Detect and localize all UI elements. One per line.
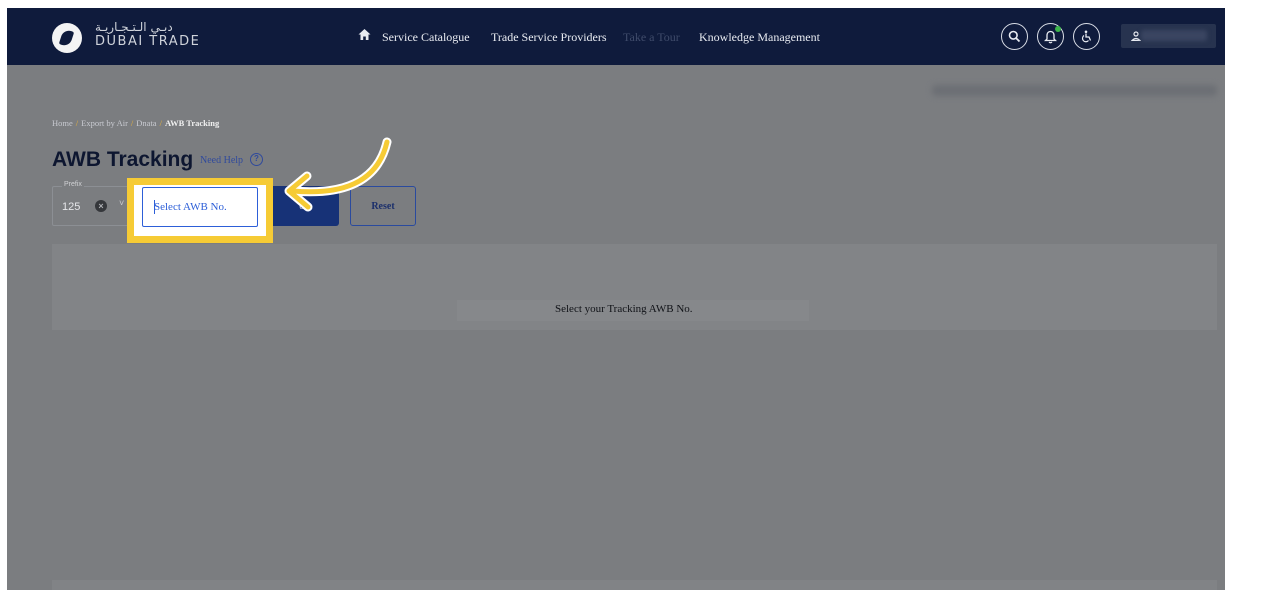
nav-knowledge-management[interactable]: Knowledge Management: [699, 30, 820, 45]
accessibility-button[interactable]: [1073, 23, 1100, 50]
redacted-info-bar: [932, 85, 1217, 96]
footer-strip: [52, 580, 1217, 590]
search-icon: [1008, 30, 1021, 43]
bell-icon: [1044, 30, 1057, 43]
nav-take-a-tour[interactable]: Take a Tour: [623, 30, 680, 45]
user-icon: [1131, 31, 1141, 41]
tutorial-arrow-icon: [284, 137, 392, 212]
accessibility-icon: [1081, 30, 1092, 43]
notification-dot: [1055, 26, 1061, 32]
panel-empty-message: Select your Tracking AWB No.: [555, 303, 693, 315]
page-frame: دبـي الـتـجـاريـة DUBAI TRADE Service Ca…: [7, 8, 1225, 590]
user-name-redacted: [1141, 30, 1207, 41]
nav-trade-service-providers[interactable]: Trade Service Providers: [491, 30, 607, 45]
search-button[interactable]: [1001, 23, 1028, 50]
notifications-button[interactable]: [1037, 23, 1064, 50]
